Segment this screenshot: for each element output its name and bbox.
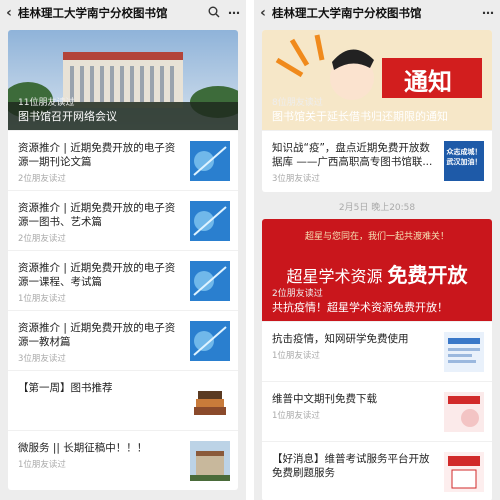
read-count: 3位朋友读过 [272, 174, 320, 184]
banner-line-2b: 免费开放 [387, 263, 468, 287]
article-title: 资源推介 | 近期免费开放的电子资源一期刊论文篇 [18, 142, 176, 168]
hero-article[interactable]: 超星与您同在，我们一起共渡难关！ 超星学术资源 免费开放 2位朋友读过 共抗疫情… [262, 219, 492, 321]
read-count: 1位朋友读过 [18, 294, 66, 304]
right-panel: ‹ 桂林理工大学南宁分校图书馆 ⋯ 通知 8位朋友读过 图书馆关于延长借书归还期… [254, 0, 500, 500]
article-row[interactable]: 抗击疫情，知网研学免费使用 1位朋友读过 [262, 321, 492, 381]
account-title: 桂林理工大学南宁分校图书馆 [272, 6, 422, 20]
article-row[interactable]: 维普中文期刊免费下载 1位朋友读过 [262, 381, 492, 441]
read-count: 3位朋友读过 [18, 354, 66, 364]
tech-thumbnail-image [190, 321, 230, 361]
article-title: 资源推介 | 近期免费开放的电子资源一图书、艺术篇 [18, 202, 176, 228]
article-card: 超星与您同在，我们一起共渡难关！ 超星学术资源 免费开放 2位朋友读过 共抗疫情… [262, 219, 492, 500]
top-bar: ‹ 桂林理工大学南宁分校图书馆 ⋯ [254, 0, 500, 26]
read-count: 2位朋友读过 [272, 289, 323, 299]
read-count: 2位朋友读过 [18, 234, 66, 244]
tech-thumbnail-image [190, 201, 230, 241]
exam-thumbnail-image [444, 452, 484, 492]
article-row[interactable]: 微服务 || 长期征稿中！！！ 1位朋友读过 [8, 430, 238, 490]
search-icon[interactable] [208, 6, 220, 21]
account-title: 桂林理工大学南宁分校图书馆 [18, 6, 168, 20]
read-count: 1位朋友读过 [272, 411, 320, 421]
cnki-thumbnail-image [444, 332, 484, 372]
article-row[interactable]: 知识战“疫”，盘点近期免费开放数据库 ——广西高职高专图书馆联... 3位朋友读过… [262, 130, 492, 192]
read-count: 11位朋友读过 [18, 98, 75, 108]
article-card: 11位朋友读过 图书馆召开网络会议 资源推介 | 近期免费开放的电子资源一期刊论… [8, 30, 238, 490]
article-row[interactable]: 资源推介 | 近期免费开放的电子资源一期刊论文篇 2位朋友读过 [8, 130, 238, 190]
article-title: 抗击疫情，知网研学免费使用 [272, 333, 409, 345]
top-bar: ‹ 桂林理工大学南宁分校图书馆 ⋯ [0, 0, 246, 26]
hero-title: 图书馆关于延长借书归还期限的通知 [272, 110, 448, 123]
read-count: 2位朋友读过 [18, 174, 66, 184]
hero-article[interactable]: 11位朋友读过 图书馆召开网络会议 [8, 30, 238, 130]
article-title: 【好消息】维普考试服务平台开放免费刷题服务 [272, 453, 430, 479]
read-count: 1位朋友读过 [272, 351, 320, 361]
back-arrow-icon[interactable]: ‹ [254, 5, 272, 21]
more-icon[interactable]: ⋯ [228, 6, 240, 20]
article-title: 资源推介 | 近期免费开放的电子资源一课程、考试篇 [18, 262, 176, 288]
article-row[interactable]: 【第一周】图书推荐 [8, 370, 238, 430]
banner-line-2a: 超星学术资源 [286, 267, 383, 286]
article-row[interactable]: 资源推介 | 近期免费开放的电子资源一图书、艺术篇 2位朋友读过 [8, 190, 238, 250]
back-arrow-icon[interactable]: ‹ [0, 5, 18, 21]
article-title: 维普中文期刊免费下载 [272, 393, 377, 405]
thumb-text: 众志成城！武汉加油！ [446, 148, 482, 166]
notice-banner-text: 通知 [404, 68, 452, 96]
article-title: 资源推介 | 近期免费开放的电子资源一教材篇 [18, 322, 176, 348]
vip-thumbnail-image [444, 392, 484, 432]
building-thumbnail-image [190, 441, 230, 481]
article-title: 微服务 || 长期征稿中！！！ [18, 442, 148, 454]
article-row[interactable]: 【好消息】维普考试服务平台开放免费刷题服务 [262, 441, 492, 500]
article-title: 知识战“疫”，盘点近期免费开放数据库 ——广西高职高专图书馆联... [272, 142, 433, 168]
tech-thumbnail-image [190, 261, 230, 301]
article-row[interactable]: 资源推介 | 近期免费开放的电子资源一教材篇 3位朋友读过 [8, 310, 238, 370]
hero-title: 共抗疫情！超星学术资源免费开放！ [272, 301, 448, 314]
banner-line-1: 超星与您同在，我们一起共渡难关！ [304, 232, 449, 242]
article-card: 通知 8位朋友读过 图书馆关于延长借书归还期限的通知 知识战“疫”，盘点近期免费… [262, 30, 492, 192]
more-icon[interactable]: ⋯ [482, 6, 494, 20]
article-row[interactable]: 资源推介 | 近期免费开放的电子资源一课程、考试篇 1位朋友读过 [8, 250, 238, 310]
left-panel: ‹ 桂林理工大学南宁分校图书馆 ⋯ 11位朋友读过 图书馆召开网络会议 资源推介… [0, 0, 246, 500]
books-thumbnail-image [190, 381, 230, 421]
read-count: 1位朋友读过 [18, 460, 66, 470]
date-separator: 2月5日 晚上20:58 [338, 203, 416, 213]
read-count: 8位朋友读过 [272, 98, 323, 108]
tech-thumbnail-image [190, 141, 230, 181]
article-title: 【第一周】图书推荐 [18, 382, 113, 394]
hero-article[interactable]: 通知 8位朋友读过 图书馆关于延长借书归还期限的通知 [262, 30, 492, 130]
hero-title: 图书馆召开网络会议 [18, 110, 117, 123]
wuhan-thumbnail-image: 众志成城！武汉加油！ [444, 141, 484, 181]
